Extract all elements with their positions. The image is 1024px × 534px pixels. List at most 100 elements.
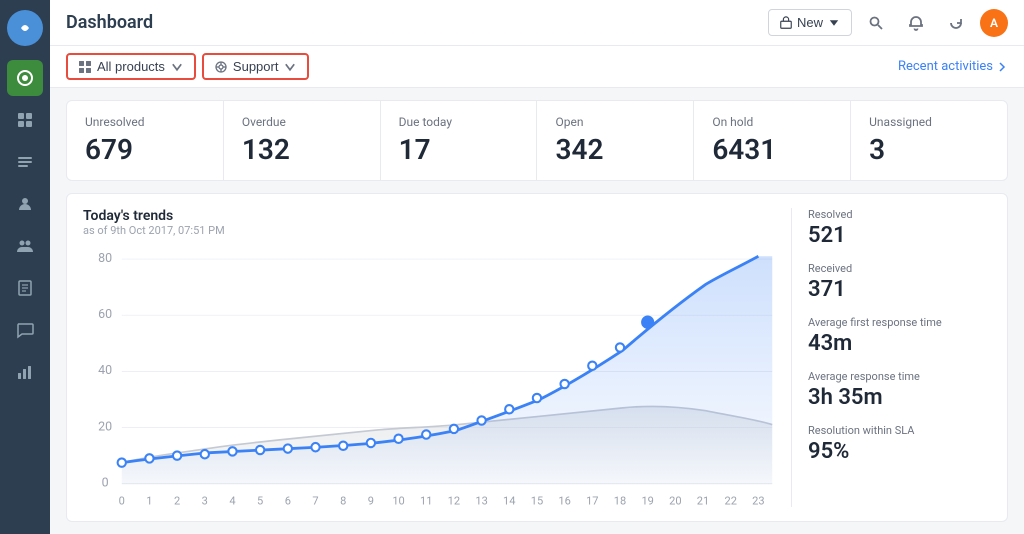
chevron-down-icon [827,16,841,30]
svg-text:6: 6 [285,495,291,508]
svg-text:7: 7 [312,495,318,508]
sidebar-item-users[interactable] [7,186,43,222]
svg-text:11: 11 [420,495,432,508]
stat-value-overdue: 132 [242,133,362,166]
svg-text:2: 2 [174,495,180,508]
svg-text:5: 5 [257,495,263,508]
sidebar-item-knowledge[interactable] [7,270,43,306]
main-content: Dashboard New [50,0,1024,534]
stat-on-hold[interactable]: On hold 6431 [694,101,851,180]
sidebar-item-chat[interactable] [7,312,43,348]
notifications-button[interactable] [900,7,932,39]
svg-text:60: 60 [98,307,112,322]
metric-label-resolution-sla: Resolution within SLA [808,424,991,437]
refresh-icon [948,15,964,31]
topbar: Dashboard New [50,0,1024,46]
stat-value-open: 342 [555,133,675,166]
stat-value-unresolved: 679 [85,133,205,166]
sidebar [0,0,50,534]
sidebar-item-home[interactable] [7,60,43,96]
ticket-icon [779,16,793,30]
svg-text:8: 8 [340,495,346,508]
stat-label-overdue: Overdue [242,115,362,129]
svg-text:3: 3 [202,495,208,508]
stat-value-due-today: 17 [399,133,519,166]
metric-label-avg-first-response: Average first response time [808,316,991,329]
svg-text:0: 0 [119,495,125,508]
chart-section: Today's trends as of 9th Oct 2017, 07:51… [66,193,1008,522]
svg-text:12: 12 [448,495,460,508]
svg-text:10: 10 [392,495,404,508]
svg-text:19: 19 [641,495,653,508]
chart-title: Today's trends [83,208,775,224]
metric-received: Received 371 [808,262,991,302]
stat-unresolved[interactable]: Unresolved 679 [67,101,224,180]
user-avatar[interactable]: A [980,9,1008,37]
svg-text:21: 21 [697,495,709,508]
stat-label-due-today: Due today [399,115,519,129]
dropdown-icon-2 [283,60,297,74]
metric-value-avg-first-response: 43m [808,331,991,356]
stats-row: Unresolved 679 Overdue 132 Due today 17 … [66,100,1008,181]
stat-overdue[interactable]: Overdue 132 [224,101,381,180]
chevron-right-icon [996,61,1008,73]
svg-text:16: 16 [558,495,570,508]
svg-text:18: 18 [614,495,626,508]
svg-text:40: 40 [98,363,112,378]
sidebar-item-tickets[interactable] [7,144,43,180]
stat-value-unassigned: 3 [869,133,989,166]
metric-value-resolved: 521 [808,223,991,248]
svg-text:1: 1 [146,495,152,508]
page-title: Dashboard [66,12,153,33]
sidebar-item-groups[interactable] [7,228,43,264]
app-logo[interactable] [7,10,43,46]
svg-text:17: 17 [586,495,598,508]
new-button[interactable]: New [768,9,852,36]
chart-right: Resolved 521 Received 371 Average first … [791,208,991,507]
stat-due-today[interactable]: Due today 17 [381,101,538,180]
metric-resolution-sla: Resolution within SLA 95% [808,424,991,464]
dropdown-icon [170,60,184,74]
filter-group: All products Support [66,53,309,80]
recent-activities-link[interactable]: Recent activities [898,59,1008,74]
svg-text:4: 4 [229,495,236,508]
trend-chart: 80 60 40 20 0 [83,245,775,522]
support-icon [214,60,228,74]
metric-label-avg-response: Average response time [808,370,991,383]
stat-open[interactable]: Open 342 [537,101,694,180]
metric-avg-response: Average response time 3h 35m [808,370,991,410]
svg-text:13: 13 [475,495,487,508]
metric-resolved: Resolved 521 [808,208,991,248]
metric-label-received: Received [808,262,991,275]
all-products-filter[interactable]: All products [66,53,196,80]
stat-unassigned[interactable]: Unassigned 3 [851,101,1007,180]
search-button[interactable] [860,7,892,39]
stat-label-on-hold: On hold [712,115,832,129]
stat-value-on-hold: 6431 [712,133,832,166]
svg-text:14: 14 [503,495,516,508]
metric-avg-first-response: Average first response time 43m [808,316,991,356]
metric-label-resolved: Resolved [808,208,991,221]
svg-text:20: 20 [98,419,112,434]
search-icon [868,15,884,31]
metric-value-avg-response: 3h 35m [808,385,991,410]
bell-icon [908,15,924,31]
svg-text:80: 80 [98,251,112,266]
svg-text:0: 0 [102,475,109,490]
svg-text:22: 22 [724,495,736,508]
metric-value-resolution-sla: 95% [808,439,991,464]
sidebar-item-analytics[interactable] [7,354,43,390]
sidebar-item-dashboard[interactable] [7,102,43,138]
chart-left: Today's trends as of 9th Oct 2017, 07:51… [83,208,775,507]
chart-container: 80 60 40 20 0 [83,245,775,522]
chart-subtitle: as of 9th Oct 2017, 07:51 PM [83,224,775,237]
refresh-button[interactable] [940,7,972,39]
stat-label-open: Open [555,115,675,129]
support-filter[interactable]: Support [202,53,310,80]
stat-label-unassigned: Unassigned [869,115,989,129]
metric-value-received: 371 [808,277,991,302]
filterbar: All products Support [50,46,1024,88]
topbar-actions: New [768,7,1008,39]
svg-text:23: 23 [752,495,764,508]
svg-text:15: 15 [531,495,543,508]
